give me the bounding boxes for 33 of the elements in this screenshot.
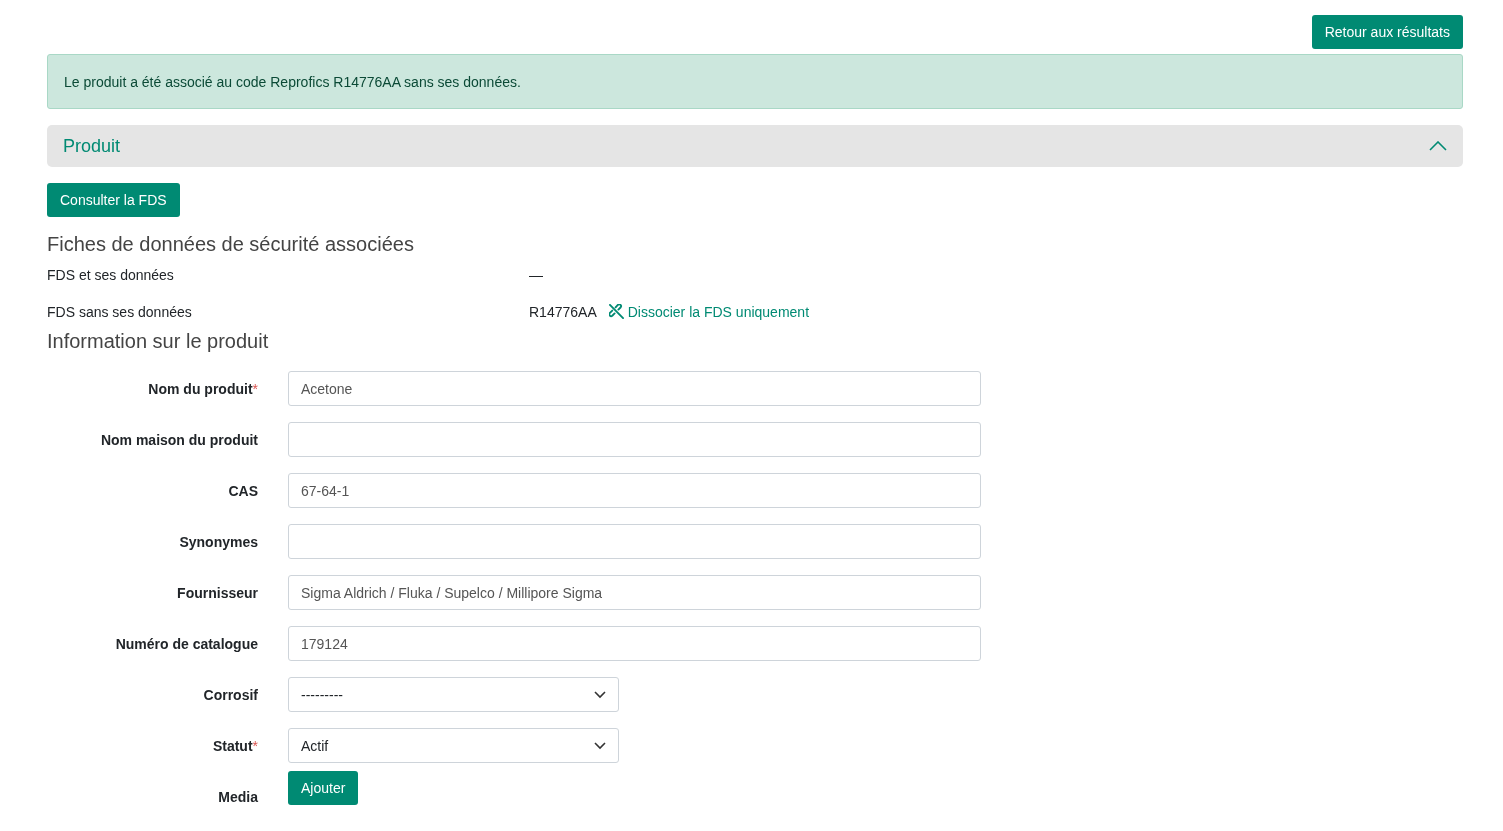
chevron-down-icon — [594, 690, 606, 699]
back-to-results-button[interactable]: Retour aux résultats — [1311, 15, 1463, 49]
field-label: Numéro de catalogue — [114, 635, 258, 652]
text-input-field[interactable] — [288, 422, 981, 457]
text-input-field[interactable] — [288, 524, 981, 559]
sds-value: R14776AA — [529, 303, 597, 320]
chevron-up-icon[interactable] — [1429, 141, 1447, 151]
field-label: Corrosif — [202, 686, 258, 703]
field-label: Media — [217, 788, 258, 805]
field-label: Nom maison du produit — [99, 431, 258, 448]
select-field[interactable]: Actif — [288, 728, 619, 763]
select-field[interactable]: --------- — [288, 677, 619, 712]
dissociate-link[interactable]: Dissocier la FDS uniquement — [608, 303, 809, 320]
sds-value: — — [529, 266, 543, 283]
success-alert: Le produit a été associé au code Reprofics R14776AA sans ses données. — [47, 54, 1463, 109]
field-label: Statut* — [211, 737, 258, 754]
field-label: Synonymes — [178, 533, 258, 550]
broken-link-icon — [608, 304, 624, 319]
sds-label: FDS et ses données — [47, 266, 175, 283]
view-sds-button[interactable]: Consulter la FDS — [47, 183, 180, 217]
panel-title: Produit — [63, 135, 121, 157]
text-input-field[interactable]: 67-64-1 — [288, 473, 981, 508]
text-input-field[interactable]: 179124 — [288, 626, 981, 661]
sds-label: FDS sans ses données — [47, 303, 193, 320]
field-label: Fournisseur — [176, 584, 258, 601]
field-label: Nom du produit* — [147, 380, 258, 397]
text-input-field[interactable]: Acetone — [288, 371, 981, 406]
section-heading: Fiches de données de sécurité associées — [47, 233, 415, 256]
chevron-down-icon — [594, 741, 606, 750]
text-input-field[interactable]: Sigma Aldrich / Fluka / Supelco / Millipore Sigma — [288, 575, 981, 610]
section-heading: Information sur le produit — [47, 330, 270, 353]
field-label: CAS — [227, 482, 258, 499]
add-button[interactable]: Ajouter — [288, 771, 359, 805]
